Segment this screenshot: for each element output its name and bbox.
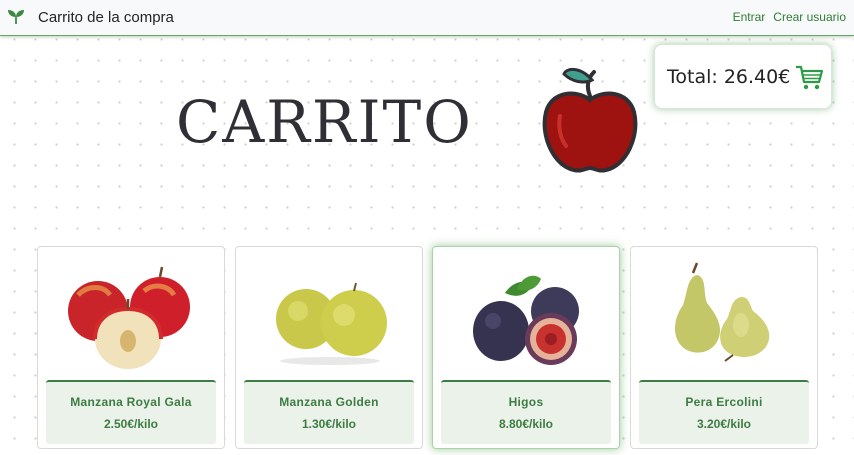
shopping-cart-icon[interactable]	[794, 62, 824, 92]
product-card-higos[interactable]: Higos 8.80€/kilo	[432, 246, 620, 449]
product-info: Pera Ercolini 3.20€/kilo	[639, 380, 809, 444]
hero-title: CARRITO	[176, 88, 473, 156]
ercolini-pears-image	[675, 262, 770, 362]
product-price: 1.30€/kilo	[301, 417, 357, 431]
product-card-golden[interactable]: Manzana Golden 1.30€/kilo	[235, 246, 423, 449]
product-card-pera-ercolini[interactable]: Pera Ercolini 3.20€/kilo	[630, 246, 818, 449]
figs-image	[473, 275, 579, 365]
product-info: Manzana Golden 1.30€/kilo	[244, 380, 414, 444]
product-card-royal-gala[interactable]: Manzana Royal Gala 2.50€/kilo	[37, 246, 225, 449]
product-price: 3.20€/kilo	[696, 417, 752, 431]
product-info: Higos 8.80€/kilo	[441, 380, 611, 444]
royal-gala-apples-image	[68, 266, 190, 369]
product-info: Manzana Royal Gala 2.50€/kilo	[46, 380, 216, 444]
product-name: Pera Ercolini	[685, 395, 763, 409]
product-price: 8.80€/kilo	[498, 417, 554, 431]
cart-total-box[interactable]: Total: 26.40€	[654, 44, 832, 109]
product-price: 2.50€/kilo	[103, 417, 159, 431]
leaf-sprout-icon[interactable]	[7, 9, 25, 25]
register-link[interactable]: Crear usuario	[773, 10, 846, 24]
product-name: Manzana Golden	[279, 395, 379, 409]
product-name: Higos	[508, 395, 544, 409]
nav-links: Entrar Crear usuario	[733, 10, 846, 24]
golden-apples-image	[276, 282, 387, 365]
app-title[interactable]: Carrito de la compra	[38, 9, 174, 26]
login-link[interactable]: Entrar	[733, 10, 766, 24]
red-apple-illustration	[542, 68, 638, 173]
navbar: Carrito de la compra Entrar Crear usuari…	[0, 0, 854, 36]
product-name: Manzana Royal Gala	[70, 395, 192, 409]
cart-total: Total: 26.40€	[667, 65, 791, 88]
